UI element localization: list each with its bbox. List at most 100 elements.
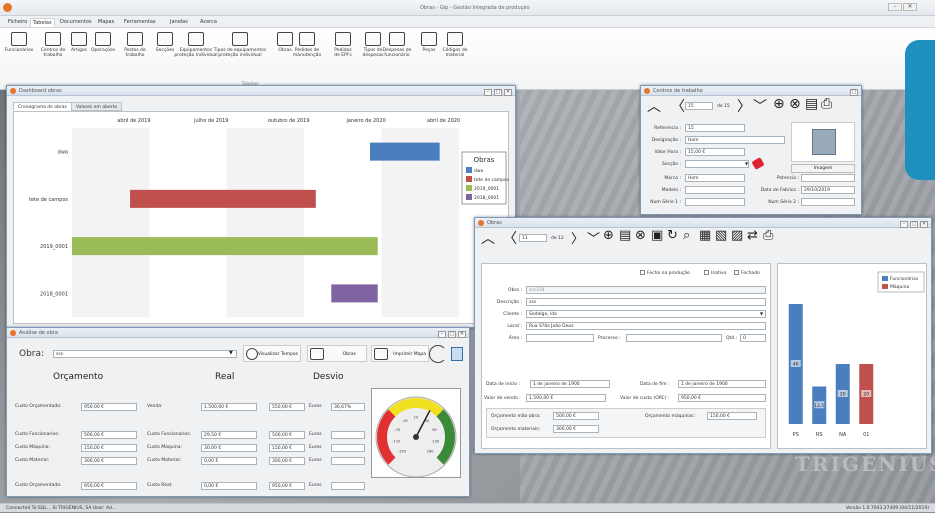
ribbon-button-14[interactable]: Códigos de material <box>438 32 472 58</box>
fecha-producao-checkbox[interactable]: Fecha na produção <box>640 270 690 276</box>
menu-4[interactable]: Ferramentas <box>122 18 158 27</box>
serie2-field[interactable] <box>801 198 855 206</box>
transfer-icon[interactable]: ⇄ <box>747 228 758 243</box>
desvio-value[interactable]: 150,00 € <box>269 444 305 452</box>
close-icon[interactable]: □ <box>850 89 858 96</box>
save-icon[interactable]: ▣ <box>651 228 663 243</box>
valor-venda-field[interactable]: 1.500,00 € <box>526 394 606 402</box>
data-inicio-picker[interactable]: 1 de janeiro de 1900 <box>530 380 610 388</box>
orcamento-mao-obra-field[interactable]: 500,00 € <box>553 412 599 420</box>
menu-2[interactable]: Documentos <box>58 18 94 27</box>
close-icon[interactable]: ✕ <box>458 331 466 338</box>
add-icon[interactable]: ⊕ <box>603 228 614 243</box>
maximize-icon[interactable]: □ <box>494 89 502 96</box>
orcamento-value[interactable]: 950,00 € <box>81 403 137 411</box>
minimize-icon[interactable]: – <box>888 3 902 11</box>
prev-record-icon[interactable]: 〈 <box>503 228 517 248</box>
maximize-icon[interactable]: □ <box>910 221 918 228</box>
cliente-select[interactable]: Sodalga, lda <box>526 310 766 318</box>
desvio-percent[interactable] <box>331 482 365 490</box>
obra-select[interactable]: sss <box>53 350 237 358</box>
ribbon-button-4[interactable]: Postos de trabalho <box>118 32 152 58</box>
local-field[interactable]: Rua S?ão João Deus <box>526 322 766 330</box>
data-fabrico-field[interactable]: 29/10/2019 <box>801 186 855 194</box>
descricao-field[interactable]: sss <box>526 298 766 306</box>
fechado-checkbox[interactable]: Fechado <box>734 270 760 276</box>
minimize-icon[interactable]: – <box>484 89 492 96</box>
data-fim-picker[interactable]: 1 de janeiro de 1900 <box>678 380 766 388</box>
desvio-percent[interactable] <box>331 444 365 452</box>
orcamento-value[interactable]: 150,00 € <box>81 444 137 452</box>
valor-custo-field[interactable]: 950,00 € <box>678 394 766 402</box>
menu-5[interactable]: Janelas <box>168 18 190 27</box>
obra-field[interactable]: sss334 <box>526 286 766 294</box>
real-value[interactable]: 0,00 € <box>201 482 257 490</box>
designacao-field[interactable]: Hom <box>685 136 785 144</box>
ribbon-button-9[interactable]: Pedidos de manutenção <box>290 32 324 58</box>
seccao-select[interactable] <box>685 160 749 168</box>
menu-1[interactable]: Tabelas <box>30 18 55 27</box>
modelo-field[interactable] <box>685 186 745 194</box>
referencia-field[interactable]: 15 <box>685 124 745 132</box>
area-field[interactable] <box>526 334 594 342</box>
menu-0[interactable]: Ficheiro <box>6 18 29 27</box>
orcamento-maquinas-field[interactable]: 150,00 € <box>707 412 757 420</box>
paste-icon[interactable]: ▧ <box>715 228 727 243</box>
desvio-value[interactable]: 950,00 € <box>269 482 305 490</box>
orcamento-value[interactable]: 300,00 € <box>81 457 137 465</box>
undo-icon[interactable]: ↻ <box>667 228 678 243</box>
search-icon[interactable]: ⌕ <box>683 228 690 243</box>
real-value[interactable]: 1.500,00 € <box>201 403 257 411</box>
desvio-value[interactable]: 550,00 € <box>269 403 305 411</box>
visualizar-tempos-button[interactable]: Visualizar Tempos <box>243 345 301 362</box>
real-value[interactable]: 29,50 € <box>201 431 257 439</box>
eraser-icon[interactable] <box>751 157 765 170</box>
close-icon[interactable]: ✕ <box>920 221 928 228</box>
potencia-field[interactable] <box>801 174 855 182</box>
chevron-down-icon[interactable]: ▼ <box>229 350 233 356</box>
delete-icon[interactable]: ⊗ <box>635 228 646 243</box>
desvio-value[interactable]: 300,00 € <box>269 457 305 465</box>
record-number[interactable]: 15 <box>685 102 713 110</box>
last-record-icon[interactable]: ﹀ <box>587 228 600 247</box>
report-icon[interactable]: ▨ <box>731 228 743 243</box>
processo-field[interactable] <box>626 334 722 342</box>
first-record-icon[interactable]: ︿ <box>647 96 661 116</box>
delete-icon[interactable]: ⊗ <box>789 96 801 112</box>
document-icon[interactable]: ▤ <box>619 228 631 243</box>
record-number[interactable]: 11 <box>519 234 547 242</box>
chevron-down-icon[interactable]: ▼ <box>745 161 748 166</box>
next-record-icon[interactable]: 〉 <box>571 228 584 247</box>
menu-6[interactable]: Acerca <box>198 18 219 27</box>
copy-icon[interactable]: ▦ <box>699 228 711 243</box>
save-icon[interactable]: ▤ <box>805 96 818 112</box>
prev-record-icon[interactable]: 〈 <box>671 96 685 116</box>
ribbon-button-3[interactable]: Operações <box>86 32 120 53</box>
imprimir-mapa-button[interactable]: Imprimir Mapa <box>371 345 429 362</box>
first-record-icon[interactable]: ︿ <box>481 228 495 248</box>
orcamento-value[interactable]: 500,00 € <box>81 431 137 439</box>
ribbon-button-7[interactable]: Tipos de equipamentos proteção individual <box>212 32 268 58</box>
ribbon-button-0[interactable]: Funcionários <box>2 32 36 53</box>
desvio-percent[interactable]: 36,67% <box>331 403 365 411</box>
maximize-icon[interactable]: □ <box>448 331 456 338</box>
real-value[interactable]: 30,00 € <box>201 444 257 452</box>
chevron-down-icon[interactable]: ▼ <box>760 311 763 316</box>
minimize-icon[interactable]: – <box>438 331 446 338</box>
ribbon-button-12[interactable]: Despesas de funcionário <box>380 32 414 58</box>
marca-field[interactable]: Hom <box>685 174 745 182</box>
tab-cronograma[interactable]: Cronograma de obras <box>13 102 72 111</box>
last-record-icon[interactable]: ﹀ <box>753 96 767 116</box>
tab-valores-aberto[interactable]: Valores em aberto <box>71 102 123 111</box>
next-record-icon[interactable]: 〉 <box>737 96 751 116</box>
print-icon[interactable]: ⎙ <box>763 228 773 243</box>
menu-3[interactable]: Mapas <box>96 18 116 27</box>
close-icon[interactable]: ✕ <box>504 89 512 96</box>
minimize-icon[interactable]: – <box>900 221 908 228</box>
calculator-icon[interactable] <box>451 347 463 361</box>
obras-print-button[interactable]: Obras <box>307 345 367 362</box>
desvio-percent[interactable] <box>331 457 365 465</box>
serie1-field[interactable] <box>685 198 745 206</box>
orcamento-value[interactable]: 950,00 € <box>81 482 137 490</box>
desvio-percent[interactable] <box>331 431 365 439</box>
